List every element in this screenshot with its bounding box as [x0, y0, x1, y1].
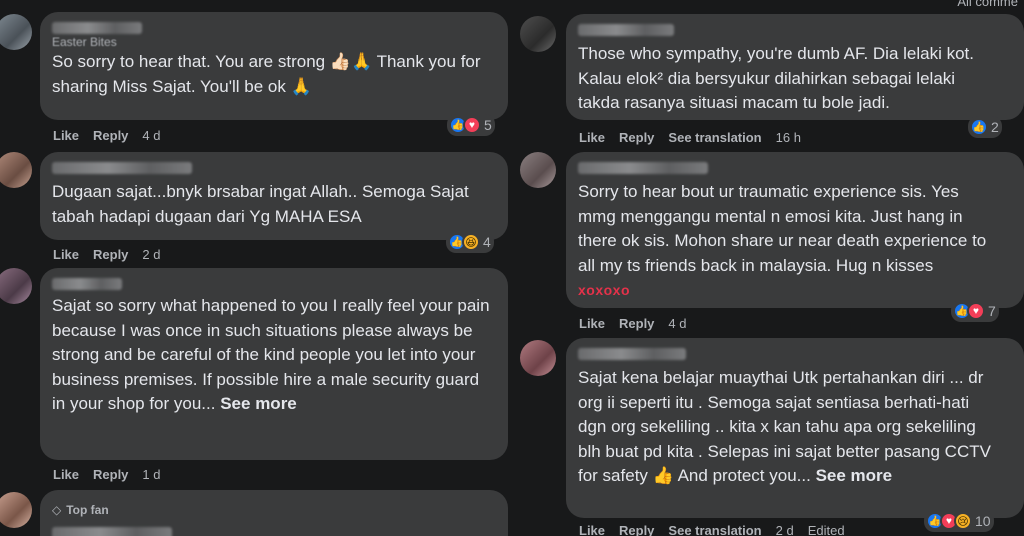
- comment-timestamp[interactable]: 4 d: [142, 128, 160, 143]
- reaction-summary[interactable]: 👍 ♥ 5: [447, 114, 495, 136]
- comment-actions: Like Reply 4 d: [53, 128, 161, 143]
- comment-text: So sorry to hear that. You are strong 👍🏻…: [52, 52, 481, 96]
- commenter-name[interactable]: [52, 22, 142, 34]
- reaction-count: 4: [483, 234, 491, 250]
- commenter-name[interactable]: [52, 162, 192, 174]
- reply-button[interactable]: Reply: [619, 523, 654, 536]
- comment-actions: Like Reply 4 d: [579, 316, 687, 331]
- avatar[interactable]: [520, 16, 556, 52]
- comment-text: Those who sympathy, you're dumb AF. Dia …: [578, 44, 974, 112]
- top-fan-badge: ◇ Top fan: [52, 498, 496, 523]
- comment-actions: Like Reply 2 d: [53, 247, 161, 262]
- commenter-name-partial: Easter Bites: [52, 35, 117, 49]
- see-translation-button[interactable]: See translation: [668, 130, 761, 145]
- haha-reaction-icon: 😆: [462, 233, 480, 251]
- avatar[interactable]: [0, 492, 32, 528]
- love-reaction-icon: ♥: [463, 116, 481, 134]
- comment-text: Dugaan sajat...bnyk brsabar ingat Allah.…: [52, 182, 469, 226]
- avatar[interactable]: [0, 268, 32, 304]
- comment-actions: Like Reply See translation 16 h: [579, 130, 801, 145]
- reaction-summary[interactable]: 👍 ♥ 7: [951, 300, 999, 322]
- avatar[interactable]: [0, 14, 32, 50]
- comment-text: Sorry to hear bout ur traumatic experien…: [578, 182, 987, 275]
- comment-bubble: Sorry to hear bout ur traumatic experien…: [566, 152, 1024, 308]
- comment-bubble: Those who sympathy, you're dumb AF. Dia …: [566, 14, 1024, 120]
- reaction-summary[interactable]: 👍 ♥ 😢 10: [924, 510, 994, 532]
- commenter-name[interactable]: [52, 278, 122, 290]
- comment-column-right: Those who sympathy, you're dumb AF. Dia …: [520, 0, 1024, 536]
- reaction-count: 7: [988, 303, 996, 319]
- reaction-count: 5: [484, 117, 492, 133]
- like-button[interactable]: Like: [53, 128, 79, 143]
- like-reaction-icon: 👍: [970, 118, 988, 136]
- commenter-name[interactable]: [578, 162, 708, 174]
- comment-text: Sajat kena belajar muaythai Utk pertahan…: [578, 366, 998, 489]
- comment-actions: Like Reply 1 d: [53, 467, 161, 482]
- see-translation-button[interactable]: See translation: [668, 523, 761, 536]
- comment-bubble: ◇ Top fan: [40, 490, 508, 536]
- love-reaction-icon: ♥: [967, 302, 985, 320]
- edited-label[interactable]: Edited: [808, 523, 845, 536]
- xoxo-text: xoxoxo: [578, 282, 631, 298]
- reaction-summary[interactable]: 👍 2: [968, 116, 1002, 138]
- commenter-name[interactable]: [578, 24, 674, 36]
- comment-bubble: Sajat so sorry what happened to you I re…: [40, 268, 508, 460]
- comment-body: Sajat kena belajar muaythai Utk pertahan…: [578, 368, 991, 485]
- commenter-name[interactable]: [578, 348, 686, 360]
- comment-timestamp[interactable]: 1 d: [142, 467, 160, 482]
- reaction-count: 10: [975, 513, 991, 529]
- like-button[interactable]: Like: [53, 247, 79, 262]
- reaction-count: 2: [991, 119, 999, 135]
- reply-button[interactable]: Reply: [619, 130, 654, 145]
- commenter-name[interactable]: [52, 526, 172, 536]
- like-button[interactable]: Like: [579, 523, 605, 536]
- avatar[interactable]: [520, 340, 556, 376]
- comment-timestamp[interactable]: 4 d: [668, 316, 686, 331]
- comment-bubble: Dugaan sajat...bnyk brsabar ingat Allah.…: [40, 152, 508, 240]
- comment-text: Sajat so sorry what happened to you I re…: [52, 294, 492, 417]
- comment-actions: Like Reply See translation 2 d Edited: [579, 523, 845, 536]
- comment-bubble: Easter Bites So sorry to hear that. You …: [40, 12, 508, 120]
- like-button[interactable]: Like: [579, 316, 605, 331]
- reply-button[interactable]: Reply: [93, 247, 128, 262]
- see-more-link[interactable]: See more: [816, 466, 893, 485]
- see-more-link[interactable]: See more: [220, 394, 297, 413]
- like-button[interactable]: Like: [53, 467, 79, 482]
- reply-button[interactable]: Reply: [619, 316, 654, 331]
- diamond-icon: ◇: [52, 503, 62, 517]
- reply-button[interactable]: Reply: [93, 467, 128, 482]
- comment-bubble: Sajat kena belajar muaythai Utk pertahan…: [566, 338, 1024, 518]
- reply-button[interactable]: Reply: [93, 128, 128, 143]
- sad-reaction-icon: 😢: [954, 512, 972, 530]
- comment-timestamp[interactable]: 2 d: [142, 247, 160, 262]
- like-button[interactable]: Like: [579, 130, 605, 145]
- avatar[interactable]: [0, 152, 32, 188]
- comment-timestamp[interactable]: 2 d: [776, 523, 794, 536]
- comment-timestamp[interactable]: 16 h: [776, 130, 801, 145]
- avatar[interactable]: [520, 152, 556, 188]
- reaction-summary[interactable]: 👍 😆 4: [446, 231, 494, 253]
- top-fan-label: Top fan: [66, 503, 109, 517]
- comment-column-left: Easter Bites So sorry to hear that. You …: [0, 0, 510, 536]
